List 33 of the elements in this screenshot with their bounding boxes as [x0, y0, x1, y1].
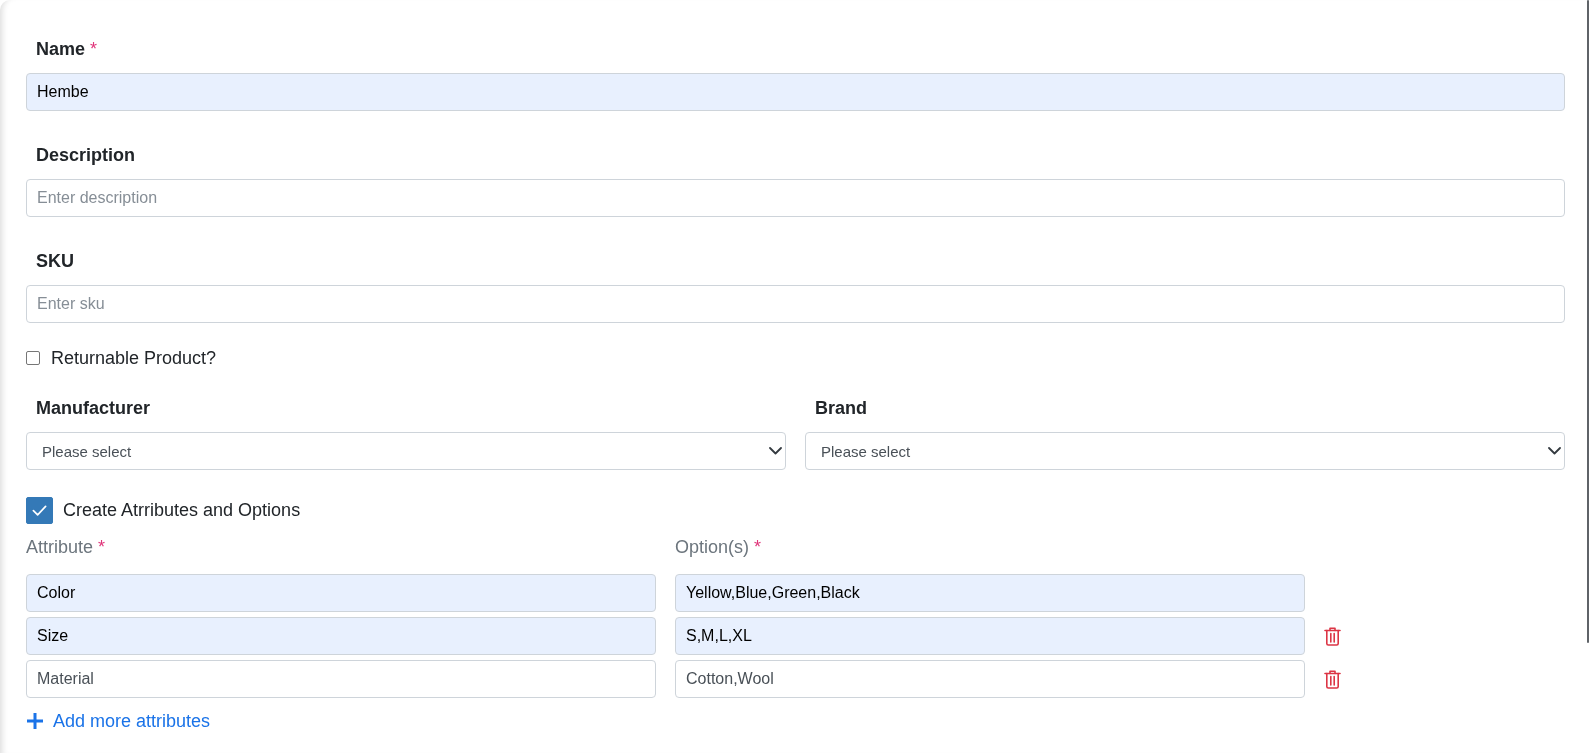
input-field[interactable]: Enter sku: [26, 285, 1565, 323]
options-field[interactable]: Yellow,Blue,Green,Black: [675, 574, 1305, 612]
trash-icon[interactable]: [1324, 626, 1341, 646]
options-field[interactable]: Cotton,Wool: [675, 660, 1305, 698]
add-attributes-link[interactable]: Add more attributes: [26, 711, 211, 731]
column-label: Option(s): [675, 536, 750, 558]
plus-icon: [26, 712, 44, 730]
input-field[interactable]: Hembe: [26, 73, 1565, 111]
attribute-field[interactable]: Color: [26, 574, 656, 612]
required-asterisk: *: [98, 536, 106, 558]
select-field[interactable]: Please select: [26, 432, 786, 470]
attribute-field[interactable]: Material: [26, 660, 656, 698]
checkbox-label: Create Atrributes and Options: [63, 499, 301, 522]
checkbox-label: Returnable Product?: [51, 348, 217, 368]
required-asterisk: *: [90, 39, 98, 59]
scrollbar-thumb[interactable]: [1587, 0, 1589, 643]
field-label: Description: [36, 145, 136, 165]
chevron-down-icon: [1548, 447, 1561, 455]
attribute-field[interactable]: Size: [26, 617, 656, 655]
input-field[interactable]: Enter description: [26, 179, 1565, 217]
field-label: Name: [36, 39, 86, 59]
select-field[interactable]: Please select: [805, 432, 1565, 470]
checkmark-icon: [32, 504, 47, 517]
options-field[interactable]: S,M,L,XL: [675, 617, 1305, 655]
column-label: Attribute: [26, 536, 94, 558]
field-label: Manufacturer: [36, 398, 151, 418]
field-label: Brand: [815, 398, 867, 418]
trash-icon[interactable]: [1324, 669, 1341, 689]
checkbox[interactable]: [26, 351, 40, 365]
chevron-down-icon: [769, 447, 782, 455]
required-asterisk: *: [754, 536, 762, 558]
checkbox[interactable]: [26, 497, 53, 524]
field-label: SKU: [36, 251, 74, 271]
